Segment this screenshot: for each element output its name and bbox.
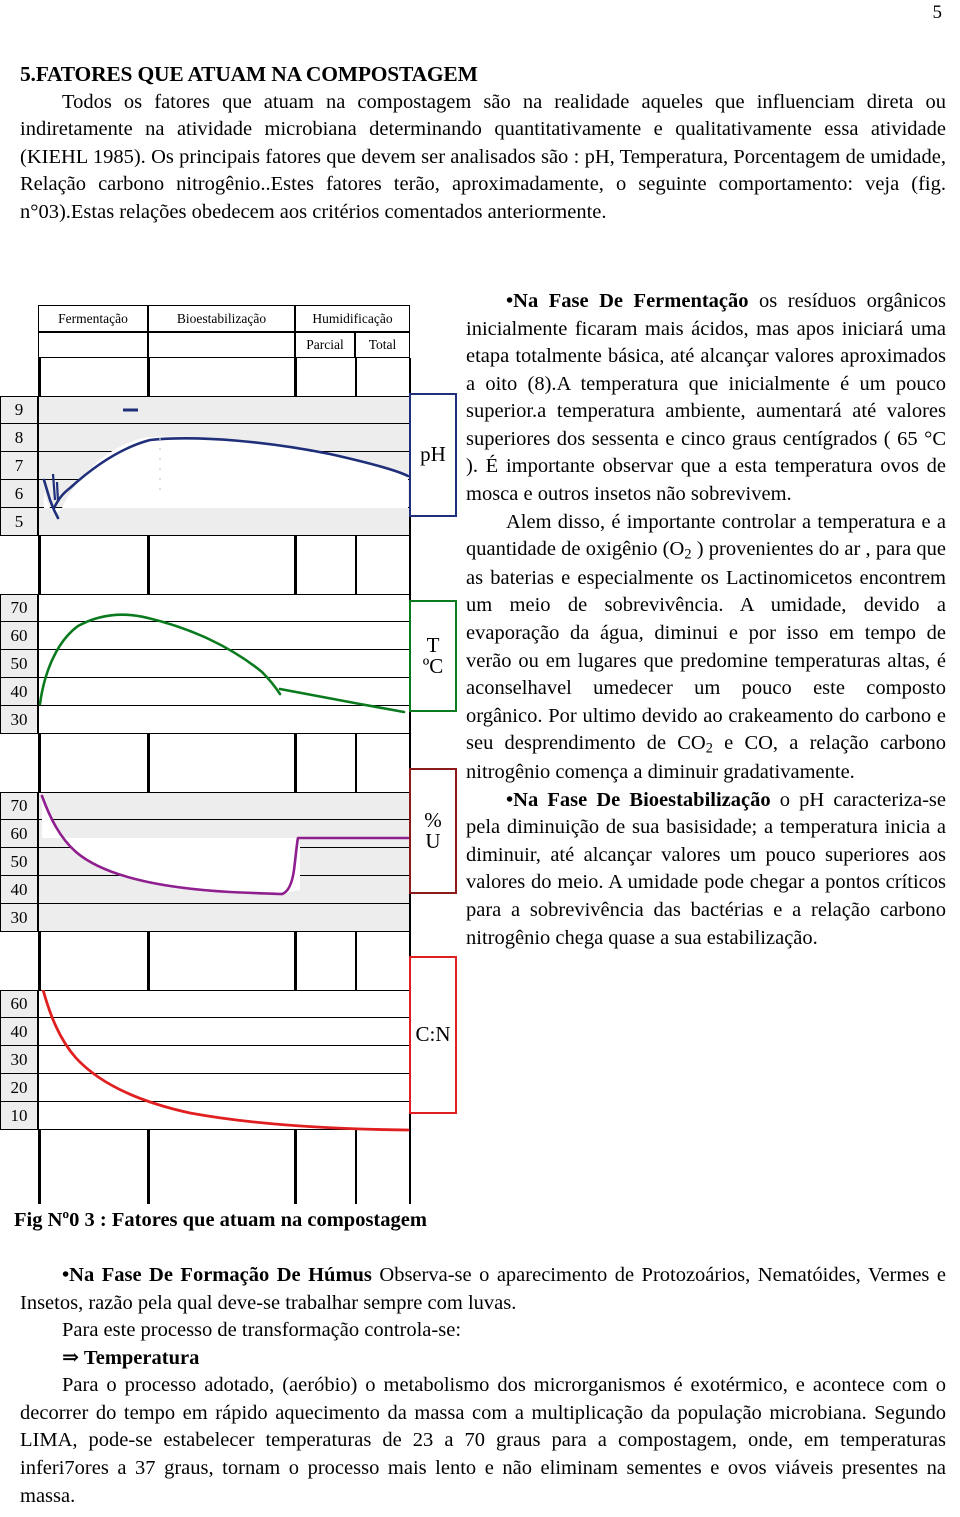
umid-plot-row-70 bbox=[38, 792, 410, 820]
phase-fermentacao: Fermentação bbox=[38, 305, 148, 332]
temp-label-box: T ºC bbox=[409, 600, 457, 712]
phase-humidificacao-parcial: Parcial bbox=[295, 332, 355, 358]
paragraph-oxigenio: Alem disso, é importante controlar a tem… bbox=[466, 509, 946, 787]
ph-plot-row-7 bbox=[38, 452, 410, 480]
temp-label-line1: T bbox=[426, 632, 440, 657]
paragraph-bioestabilizacao: •Na Fase De Bioestabilização o pH caract… bbox=[466, 787, 946, 952]
bottom-text-block: •Na Fase De Formação De Húmus Observa-se… bbox=[20, 1262, 946, 1510]
temp-plot-row-50 bbox=[38, 650, 410, 678]
figure-compostagem: Fermentação Bioestabilização Humidificaç… bbox=[0, 300, 462, 1260]
ph-plot-row-5 bbox=[38, 508, 410, 536]
document-page: 5 5.FATORES QUE ATUAM NA COMPOSTAGEM Tod… bbox=[0, 0, 960, 1517]
page-number: 5 bbox=[932, 2, 943, 23]
intro-paragraph: Todos os fatores que atuam na compostage… bbox=[20, 90, 946, 223]
cn-tick-60: 60 bbox=[0, 990, 38, 1018]
ph-plot-row-8 bbox=[38, 424, 410, 452]
figure-grid: Fermentação Bioestabilização Humidificaç… bbox=[0, 300, 462, 1205]
phase-humidificacao: Humidificação bbox=[295, 305, 410, 332]
paragraph-humus: •Na Fase De Formação De Húmus Observa-se… bbox=[20, 1262, 946, 1317]
umid-plot-row-30 bbox=[38, 904, 410, 932]
ph-plot-row-9 bbox=[38, 396, 410, 424]
cn-plot-row-60 bbox=[38, 990, 410, 1018]
temp-label-line2: ºC bbox=[422, 654, 444, 678]
subheading-temperatura: ⇒ Temperatura bbox=[62, 1346, 200, 1369]
ph-plot-row-6 bbox=[38, 480, 410, 508]
lead-fermentacao: •Na Fase De Fermentação bbox=[506, 290, 749, 312]
figure-caption: Fig Nº0 3 : Fatores que atuam na compost… bbox=[14, 1209, 427, 1231]
paragraph-temperatura-detail: Para o processo adotado, (aeróbio) o met… bbox=[20, 1374, 946, 1507]
umid-tick-40: 40 bbox=[0, 876, 38, 904]
panel-cn: 60 40 30 20 10 C:N bbox=[0, 956, 462, 1138]
right-text-column: •Na Fase De Fermentação os resíduos orgâ… bbox=[466, 288, 946, 952]
text-fermentacao: os resíduos orgânicos inicialmente ficar… bbox=[466, 290, 946, 505]
temp-tick-30: 30 bbox=[0, 706, 38, 734]
phase-bioestabilizacao-sub bbox=[148, 332, 295, 358]
umid-plot-row-50 bbox=[38, 848, 410, 876]
subscript-co2: 2 bbox=[705, 740, 713, 757]
temp-plot-row-30 bbox=[38, 706, 410, 734]
cn-tick-40: 40 bbox=[0, 1018, 38, 1046]
ph-label: pH bbox=[420, 442, 446, 467]
temp-tick-50: 50 bbox=[0, 650, 38, 678]
temp-plot-row-40 bbox=[38, 678, 410, 706]
lead-bioestabilizacao: •Na Fase De Bioestabilização bbox=[506, 788, 771, 811]
paragraph-controla: Para este processo de transformação cont… bbox=[62, 1319, 462, 1342]
phase-fermentacao-sub bbox=[38, 332, 148, 358]
cn-plot-row-30 bbox=[38, 1046, 410, 1074]
cn-plot-row-40 bbox=[38, 1018, 410, 1046]
umid-tick-60: 60 bbox=[0, 820, 38, 848]
paragraph-fermentacao: •Na Fase De Fermentação os resíduos orgâ… bbox=[466, 288, 946, 509]
temp-plot-row-60 bbox=[38, 622, 410, 650]
ph-tick-5: 5 bbox=[0, 508, 38, 536]
temp-plot-row-70 bbox=[38, 594, 410, 622]
cn-label: C:N bbox=[415, 1022, 451, 1047]
two-column-area: Fermentação Bioestabilização Humidificaç… bbox=[0, 290, 960, 1260]
page-title: 5.FATORES QUE ATUAM NA COMPOSTAGEM bbox=[20, 62, 478, 86]
umid-tick-50: 50 bbox=[0, 848, 38, 876]
umid-label-line2: U bbox=[425, 829, 441, 853]
temp-tick-40: 40 bbox=[0, 678, 38, 706]
text-oxigenio-b: ) provenientes do ar , para que as bater… bbox=[466, 538, 946, 755]
cn-plot-row-10 bbox=[38, 1102, 410, 1130]
ph-tick-9: 9 bbox=[0, 396, 38, 424]
umid-plot-row-60 bbox=[38, 820, 410, 848]
panel-umidade: 70 60 50 40 30 % U bbox=[0, 768, 462, 940]
cn-tick-10: 10 bbox=[0, 1102, 38, 1130]
umid-label-line1: % bbox=[424, 807, 442, 832]
temp-tick-70: 70 bbox=[0, 594, 38, 622]
phase-bioestabilizacao: Bioestabilização bbox=[148, 305, 295, 332]
panel-temperature: 70 60 50 40 30 T ºC bbox=[0, 594, 462, 742]
ph-tick-6: 6 bbox=[0, 480, 38, 508]
umid-label-box: % U bbox=[409, 768, 457, 894]
ph-label-box: pH bbox=[409, 393, 457, 517]
text-bioestabilizacao: o pH caracteriza-se pela diminuição de s… bbox=[466, 788, 946, 949]
cn-tick-20: 20 bbox=[0, 1074, 38, 1102]
phase-humidificacao-total: Total bbox=[355, 332, 410, 358]
cn-tick-30: 30 bbox=[0, 1046, 38, 1074]
ph-tick-8: 8 bbox=[0, 424, 38, 452]
temp-tick-60: 60 bbox=[0, 622, 38, 650]
cn-plot-row-20 bbox=[38, 1074, 410, 1102]
umid-plot-row-40 bbox=[38, 876, 410, 904]
ph-tick-7: 7 bbox=[0, 452, 38, 480]
intro-block: 5.FATORES QUE ATUAM NA COMPOSTAGEM Todos… bbox=[20, 62, 946, 227]
lead-humus: •Na Fase De Formação De Húmus bbox=[62, 1264, 372, 1286]
umid-tick-30: 30 bbox=[0, 904, 38, 932]
umid-tick-70: 70 bbox=[0, 792, 38, 820]
cn-label-box: C:N bbox=[409, 956, 457, 1114]
panel-ph: 9 8 7 6 5 pH bbox=[0, 393, 462, 544]
